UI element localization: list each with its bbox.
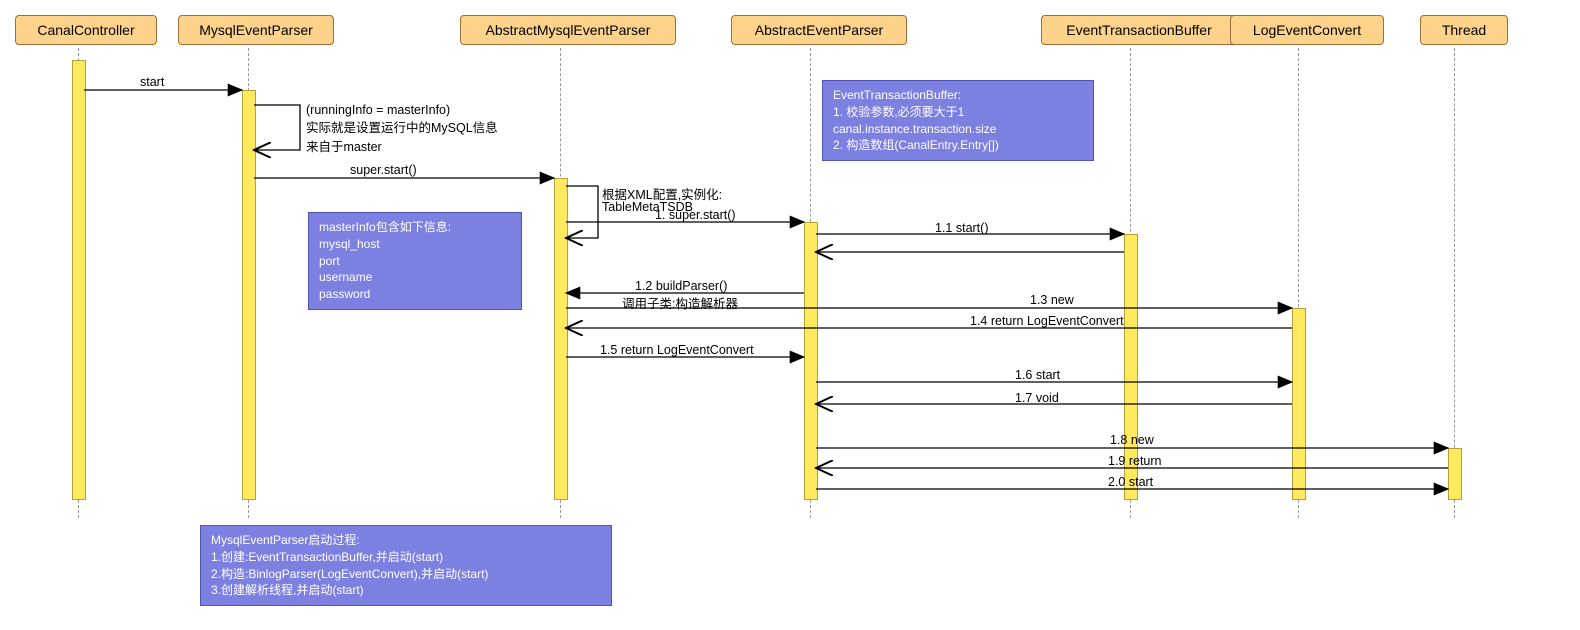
msg-super-start: super.start() [350,163,417,177]
activation-abstracteventparser [804,222,818,500]
msg-1-8: 1.8 new [1110,433,1154,447]
note-line: EventTransactionBuffer: [833,88,961,102]
note-line: MysqlEventParser启动过程: [211,533,360,547]
note-line: 1.创建:EventTransactionBuffer,并启动(start) [211,550,443,564]
note-startprocess: MysqlEventParser启动过程: 1.创建:EventTransact… [200,525,612,606]
participant-thread: Thread [1420,15,1508,45]
note-line: password [319,287,370,301]
participant-abstracteventparser: AbstractEventParser [731,15,907,45]
msg-1-7: 1.7 void [1015,391,1059,405]
participant-logeventconvert: LogEventConvert [1230,15,1384,45]
note-line: mysql_host [319,237,380,251]
participant-eventtransactionbuffer: EventTransactionBuffer [1041,15,1237,45]
note-line: username [319,270,372,284]
msg-start: start [140,75,164,89]
note-line: canal.instance.transaction.size [833,122,996,136]
msg-1-2b: 调用子类:构造解析器 [622,293,738,312]
msg-1-6: 1.6 start [1015,368,1060,382]
msg-1-1-start: 1.1 start() [935,221,989,235]
activation-thread [1448,448,1462,500]
activation-abstractmysqleventparser [554,178,568,500]
activation-mysqleventparser [242,90,256,500]
msg-1-2: 1.2 buildParser() [635,279,727,293]
participant-canalcontroller: CanalController [15,15,157,45]
note-line: 2. 构造数组(CanalEntry.Entry[]) [833,138,999,152]
note-line: 3.创建解析线程,并启动(start) [211,583,364,597]
activation-logeventconvert [1292,308,1306,500]
msg-runninginfo: (runningInfo = masterInfo) 实际就是设置运行中的MyS… [306,103,498,155]
activation-canalcontroller [72,60,86,500]
note-line: port [319,254,340,268]
msg-1-5: 1.5 return LogEventConvert [600,343,754,357]
msg-1-9: 1.9 return [1108,454,1162,468]
note-line: 2.构造:BinlogParser(LogEventConvert),并启动(s… [211,567,488,581]
msg-2-0: 2.0 start [1108,475,1153,489]
participant-mysqleventparser: MysqlEventParser [178,15,334,45]
participant-abstractmysqleventparser: AbstractMysqlEventParser [460,15,676,45]
note-eventtransactionbuffer: EventTransactionBuffer: 1. 校验参数,必须要大于1 c… [822,80,1094,161]
note-line: 1. 校验参数,必须要大于1 [833,105,964,119]
msg-1-3: 1.3 new [1030,293,1074,307]
note-line: masterInfo包含如下信息: [319,220,451,234]
msg-1-super: 1. super.start() [655,208,736,222]
note-masterinfo: masterInfo包含如下信息: mysql_host port userna… [308,212,522,310]
msg-1-4: 1.4 return LogEventConvert [970,314,1124,328]
